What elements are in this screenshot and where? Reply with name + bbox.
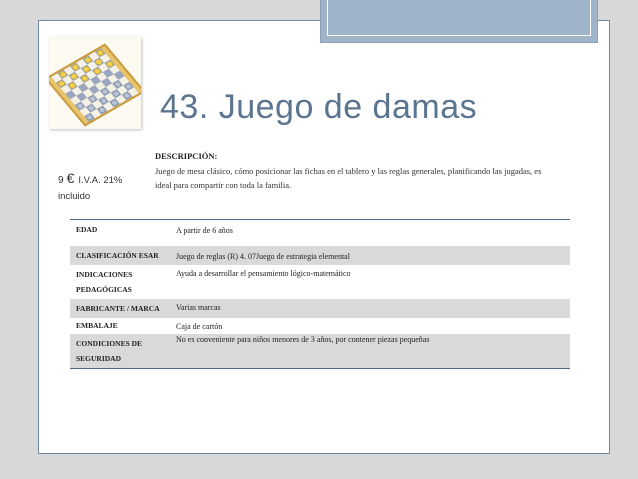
table-row: CLASIFICACIÓN ESAR Juego de reglas (R) 4…	[70, 246, 570, 265]
description-text: Juego de mesa clásico, cómo posicionar l…	[155, 166, 542, 190]
tax-note: I.V.A. 21%	[78, 175, 123, 186]
price-block: 9 € I.V.A. 21% incluido	[58, 170, 122, 205]
spec-key: EDAD	[76, 225, 98, 234]
spec-key: CLASIFICACIÓN ESAR	[70, 246, 170, 265]
spec-table: EDAD A partir de 6 años CLASIFICACIÓN ES…	[70, 219, 570, 369]
spec-value: Caja de cartón	[176, 322, 223, 331]
spec-key: FABRICANTE / MARCA	[70, 299, 170, 318]
spec-value: Varias marcas	[170, 299, 570, 318]
accent-bar	[320, 0, 598, 43]
table-row: EMBALAJE Caja de cartón	[70, 318, 570, 334]
spec-key: CONDICIONES DE SEGURIDAD	[70, 334, 170, 369]
spec-value: No es conveniente para niños menores de …	[170, 334, 570, 369]
spec-value: Juego de reglas (R) 4. 07Juego de estrat…	[170, 246, 570, 265]
page-title: 43. Juego de damas	[160, 88, 478, 126]
spec-value: Ayuda a desarrollar el pensamiento lógic…	[176, 269, 351, 278]
currency-symbol: €	[66, 170, 75, 186]
description-heading: DESCRIPCIÓN:	[155, 151, 218, 161]
spec-value: A partir de 6 años	[176, 226, 233, 235]
table-row: INDICACIONES PEDAGÓGICAS Ayuda a desarro…	[70, 265, 570, 299]
table-row: EDAD A partir de 6 años	[70, 219, 570, 247]
price-amount: 9	[58, 175, 64, 186]
tax-note-suffix: incluido	[58, 191, 91, 202]
table-row: CONDICIONES DE SEGURIDAD No es convenien…	[70, 334, 570, 369]
table-row: FABRICANTE / MARCA Varias marcas	[70, 299, 570, 318]
spec-key: EMBALAJE	[76, 321, 118, 330]
checkers-board-image	[49, 37, 141, 129]
spec-key: INDICACIONES PEDAGÓGICAS	[76, 270, 133, 294]
